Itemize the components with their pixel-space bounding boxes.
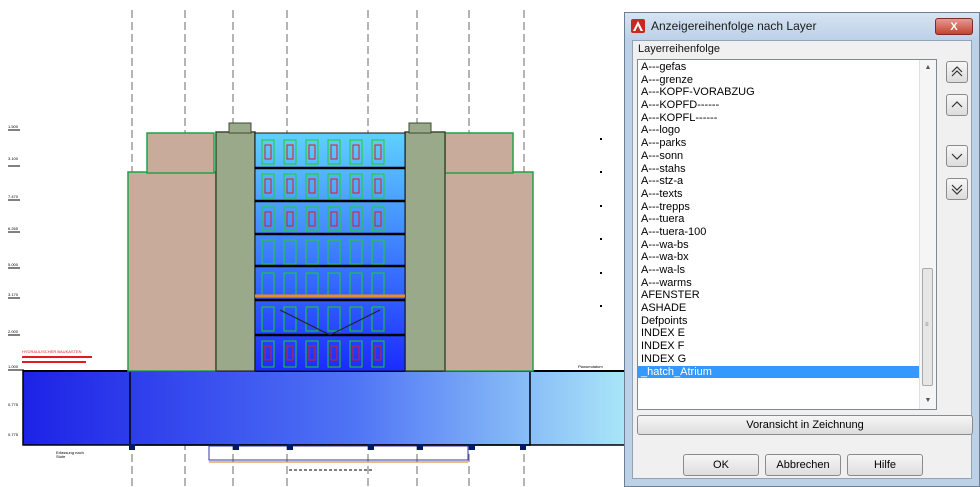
move-up-icon xyxy=(951,101,963,108)
elevation-label: 3.100 xyxy=(8,156,19,161)
move-to-top-icon xyxy=(951,66,963,77)
scroll-thumb[interactable]: ≡ xyxy=(922,268,933,386)
svg-text:Planumdatum: Planumdatum xyxy=(578,364,603,369)
svg-text:HYDRAULISCHER BAUKASTEN: HYDRAULISCHER BAUKASTEN xyxy=(22,349,82,354)
layer-list-item[interactable]: A---wa-bx xyxy=(638,251,920,264)
draw-order-dialog: Anzeigereihenfolge nach Layer X Layerrei… xyxy=(624,12,980,487)
layer-list-item[interactable]: A---gefas xyxy=(638,61,920,74)
layer-list-item[interactable]: A---KOPFL------ xyxy=(638,112,920,125)
move-to-top-button[interactable] xyxy=(946,61,968,83)
foundation-lines xyxy=(129,444,526,471)
elevation-label: 7.470 xyxy=(8,194,19,199)
scroll-up-arrow-icon[interactable]: ▲ xyxy=(920,60,936,76)
dialog-body: Layerreihenfolge A---gefas A---grenze A---… xyxy=(632,40,973,479)
help-button[interactable]: Hilfe xyxy=(847,454,923,476)
elevation-marks: 1.500 3.100 7.470 6.265 5.000 3.170 2.00… xyxy=(8,124,24,437)
layer-list-item[interactable]: _hatch_Atrium xyxy=(638,365,920,379)
layer-list-item[interactable]: AFENSTER xyxy=(638,289,920,302)
layer-list-item[interactable]: ASHADE xyxy=(638,302,920,315)
layer-list-item[interactable]: A---wa-bs xyxy=(638,239,920,252)
layer-list-item[interactable]: A---KOPFD------ xyxy=(638,99,920,112)
layer-list-item[interactable]: INDEX G xyxy=(638,353,920,366)
left-tower xyxy=(215,131,256,372)
elevation-label: 3.170 xyxy=(8,292,19,297)
layer-list-item[interactable]: INDEX E xyxy=(638,327,920,340)
elevation-label: 1.500 xyxy=(8,124,19,129)
layer-list-item[interactable]: Defpoints xyxy=(638,315,920,328)
preview-in-drawing-button[interactable]: Voransicht in Zeichnung xyxy=(637,415,973,435)
dialog-title: Anzeigereihenfolge nach Layer xyxy=(651,19,817,33)
dialog-titlebar[interactable]: Anzeigereihenfolge nach Layer X xyxy=(625,13,979,39)
layer-list-item[interactable]: A---KOPF-VORABZUG xyxy=(638,86,920,99)
cad-drawing-canvas[interactable]: 1.500 3.100 7.470 6.265 5.000 3.170 2.00… xyxy=(0,0,625,487)
grip-icon: ≡ xyxy=(925,322,929,328)
close-button[interactable]: X xyxy=(935,18,973,35)
elevation-label: 5.000 xyxy=(8,262,19,267)
layer-list-item[interactable]: A---warms xyxy=(638,277,920,290)
layer-list-items: A---gefas A---grenze A---KOPF-VORABZUG A---… xyxy=(638,61,920,379)
layer-list-item[interactable]: A---tuera-100 xyxy=(638,226,920,239)
layer-list-item[interactable]: A---logo xyxy=(638,124,920,137)
layer-order-label: Layerreihenfolge xyxy=(638,43,720,55)
layer-list-item[interactable]: A---sonn xyxy=(638,150,920,163)
ok-button[interactable]: OK xyxy=(683,454,759,476)
elevation-label: 1.000 xyxy=(8,364,19,369)
close-icon: X xyxy=(950,21,958,33)
layer-order-list[interactable]: A---gefas A---grenze A---KOPF-VORABZUG A---… xyxy=(637,59,937,410)
move-to-bottom-button[interactable] xyxy=(946,178,968,200)
move-to-bottom-icon xyxy=(951,184,963,195)
cancel-button[interactable]: Abbrechen xyxy=(765,454,841,476)
list-scrollbar[interactable]: ▲ ≡ ▼ xyxy=(919,60,936,409)
layer-list-item[interactable]: A---parks xyxy=(638,137,920,150)
layer-list-item[interactable]: INDEX F xyxy=(638,340,920,353)
right-tower xyxy=(404,131,446,372)
left-wing xyxy=(127,171,217,372)
elevation-label: 0.775 xyxy=(8,402,19,407)
svg-text:Stufe: Stufe xyxy=(56,454,66,459)
layer-list-item[interactable]: A---wa-ls xyxy=(638,264,920,277)
layer-list-item[interactable]: A---stahs xyxy=(638,163,920,176)
elevation-label: 6.265 xyxy=(8,226,19,231)
scroll-down-arrow-icon[interactable]: ▼ xyxy=(920,393,936,409)
layer-list-item[interactable]: A---texts xyxy=(638,188,920,201)
move-up-button[interactable] xyxy=(946,94,968,116)
right-wing xyxy=(442,171,534,372)
layer-list-item[interactable]: A---stz-a xyxy=(638,175,920,188)
move-down-icon xyxy=(951,153,963,160)
elevation-label: 2.000 xyxy=(8,329,19,334)
building-base xyxy=(22,370,625,446)
layer-list-item[interactable]: A---trepps xyxy=(638,201,920,214)
layer-list-item[interactable]: A---grenze xyxy=(638,74,920,87)
layer-list-item[interactable]: A---tuera xyxy=(638,213,920,226)
move-down-button[interactable] xyxy=(946,145,968,167)
red-annotation: HYDRAULISCHER BAUKASTEN xyxy=(22,349,92,363)
autocad-app-icon xyxy=(631,19,645,33)
elevation-label: 0.775 xyxy=(8,432,19,437)
